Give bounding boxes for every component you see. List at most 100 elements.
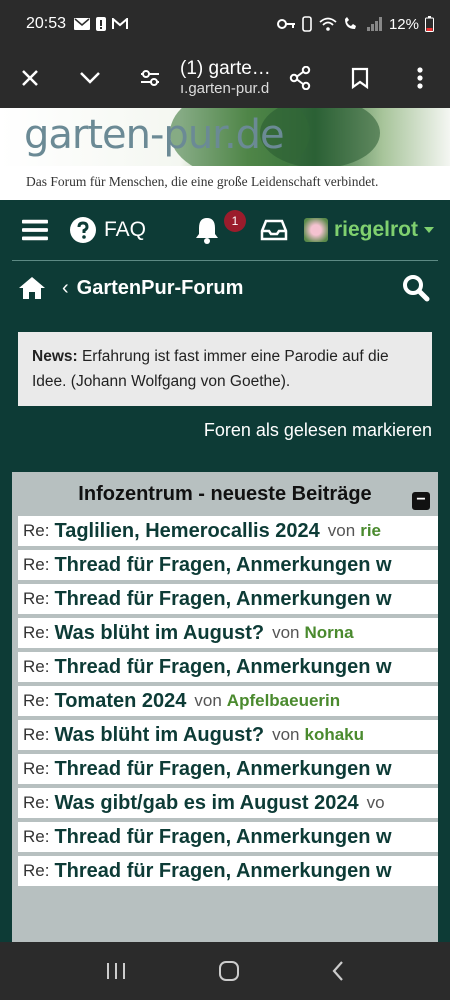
post-row[interactable]: Re: Tomaten 2024 von Apfelbaeuerin [18, 686, 438, 720]
post-prefix: Re: [23, 623, 50, 642]
battery-percent: 12% [388, 15, 419, 33]
post-von: von [327, 521, 356, 540]
signal-icon [366, 17, 382, 31]
url-bar[interactable]: (1) garte… ı.garten-pur.de [180, 58, 270, 99]
news-text: Erfahrung ist fast immer eine Parodie au… [32, 348, 389, 390]
post-row[interactable]: Re: Was blüht im August? von Norna [18, 618, 438, 652]
post-prefix: Re: [23, 589, 50, 608]
site-banner[interactable]: garten-pur.de Das Forum für Menschen, di… [0, 108, 450, 200]
status-system-icons: 12% [276, 15, 434, 33]
home-nav-icon[interactable] [218, 960, 240, 982]
post-topic-link[interactable]: Thread für Fragen, Anmerkungen w [54, 758, 391, 781]
post-prefix: Re: [23, 657, 50, 676]
bookmark-icon [351, 67, 369, 89]
bookmark-button[interactable] [330, 48, 390, 108]
post-topic-link[interactable]: Was gibt/gab es im August 2024 [54, 792, 358, 815]
back-icon[interactable] [331, 960, 345, 982]
post-von: von [194, 691, 222, 710]
post-prefix: Re: [23, 793, 50, 812]
notifications-button[interactable]: 1 [194, 210, 246, 244]
caret-down-icon [424, 227, 434, 233]
post-von: von [272, 725, 300, 744]
status-bar: 20:53 12% [0, 0, 450, 48]
site-logo: garten-pur.de [24, 112, 285, 158]
post-prefix: Re: [23, 555, 50, 574]
post-row[interactable]: Re: Was gibt/gab es im August 2024 vo [18, 788, 438, 822]
post-row[interactable]: Re: Thread für Fragen, Anmerkungen w [18, 856, 438, 890]
post-topic-link[interactable]: Thread für Fragen, Anmerkungen w [54, 656, 391, 679]
post-prefix: Re: [23, 827, 50, 846]
post-topic-link[interactable]: Thread für Fragen, Anmerkungen w [54, 588, 391, 611]
more-vert-icon [417, 67, 423, 89]
mark-forums-read-link[interactable]: Foren als gelesen markieren [204, 420, 432, 441]
post-row[interactable]: Re: Thread für Fragen, Anmerkungen w [18, 550, 438, 584]
status-time: 20:53 [26, 15, 67, 32]
post-row[interactable]: Re: Thread für Fragen, Anmerkungen w [18, 822, 438, 856]
post-topic-link[interactable]: Thread für Fragen, Anmerkungen w [54, 554, 391, 577]
news-box: News: Erfahrung ist fast immer eine Paro… [18, 332, 432, 406]
browser-toolbar: (1) garte… ı.garten-pur.de [0, 48, 450, 108]
recent-apps-icon[interactable] [105, 961, 127, 981]
post-topic-link[interactable]: Thread für Fragen, Anmerkungen w [54, 826, 391, 849]
battery-icon [425, 16, 434, 32]
post-row[interactable]: Re: Was blüht im August? von kohaku [18, 720, 438, 754]
post-topic-link[interactable]: Thread für Fragen, Anmerkungen w [54, 860, 391, 883]
share-icon [289, 66, 311, 90]
post-author-link[interactable]: rie [360, 521, 381, 541]
breadcrumb-separator: ‹ [62, 276, 69, 299]
mail-icon [74, 18, 91, 30]
faq-label: FAQ [103, 218, 146, 241]
user-menu[interactable]: riegelrot [303, 218, 434, 242]
news-label: News: [32, 348, 78, 365]
system-nav-bar [0, 942, 450, 1000]
posts-list: Re: Taglilien, Hemerocallis 2024 von rie Re:… [12, 516, 438, 890]
inbox-button[interactable] [260, 219, 288, 241]
chevron-down-icon [80, 72, 100, 84]
post-row[interactable]: Re: Thread für Fragen, Anmerkungen w [18, 754, 438, 788]
minimize-button[interactable] [60, 48, 120, 108]
post-prefix: Re: [23, 521, 50, 540]
site-settings-button[interactable] [120, 48, 180, 108]
notification-badge: 1 [223, 210, 246, 232]
faq-link[interactable]: FAQ [69, 217, 146, 243]
hamburger-menu-icon[interactable] [22, 219, 48, 241]
key-icon [276, 19, 295, 29]
home-icon[interactable] [18, 276, 46, 300]
post-row[interactable]: Re: Taglilien, Hemerocallis 2024 von rie [18, 516, 438, 550]
navbar-divider [12, 260, 438, 261]
more-menu-button[interactable] [390, 48, 450, 108]
alert-icon [96, 17, 107, 31]
post-von: vo [366, 793, 385, 812]
wifi-icon [319, 17, 337, 31]
post-topic-link[interactable]: Tomaten 2024 [54, 690, 186, 713]
post-author-link[interactable]: kohaku [305, 725, 365, 745]
url-text: ı.garten-pur.de [180, 80, 270, 98]
wifi-call-icon [344, 17, 356, 29]
bell-icon [195, 218, 218, 244]
latest-posts-panel: Infozentrum - neueste Beiträge − Re: Tagl… [12, 472, 438, 942]
post-topic-link[interactable]: Was blüht im August? [54, 724, 264, 747]
share-button[interactable] [270, 48, 330, 108]
panel-title-bar: Infozentrum - neueste Beiträge − [12, 472, 438, 516]
post-row[interactable]: Re: Thread für Fragen, Anmerkungen w [18, 652, 438, 686]
breadcrumb-forum-link[interactable]: GartenPur-Forum [77, 277, 244, 300]
inbox-icon [260, 219, 288, 241]
post-prefix: Re: [23, 691, 50, 710]
post-author-link[interactable]: Apfelbaeuerin [227, 691, 340, 711]
close-tab-button[interactable] [0, 48, 60, 108]
status-notification-icons [74, 17, 129, 31]
post-prefix: Re: [23, 759, 50, 778]
post-topic-link[interactable]: Taglilien, Hemerocallis 2024 [54, 520, 319, 543]
search-icon[interactable] [402, 274, 430, 302]
post-von: von [272, 623, 300, 642]
site-tagline: Das Forum für Menschen, die eine große L… [0, 166, 450, 200]
gmail-icon [112, 18, 129, 29]
post-author-link[interactable]: Norna [305, 623, 354, 643]
post-prefix: Re: [23, 725, 50, 744]
close-icon [22, 70, 38, 86]
collapse-button[interactable]: − [412, 492, 430, 510]
forum-navbar: FAQ 1 riegelrot [0, 200, 450, 260]
tab-title: (1) garte… [180, 57, 270, 79]
post-topic-link[interactable]: Was blüht im August? [54, 622, 264, 645]
post-row[interactable]: Re: Thread für Fragen, Anmerkungen w [18, 584, 438, 618]
